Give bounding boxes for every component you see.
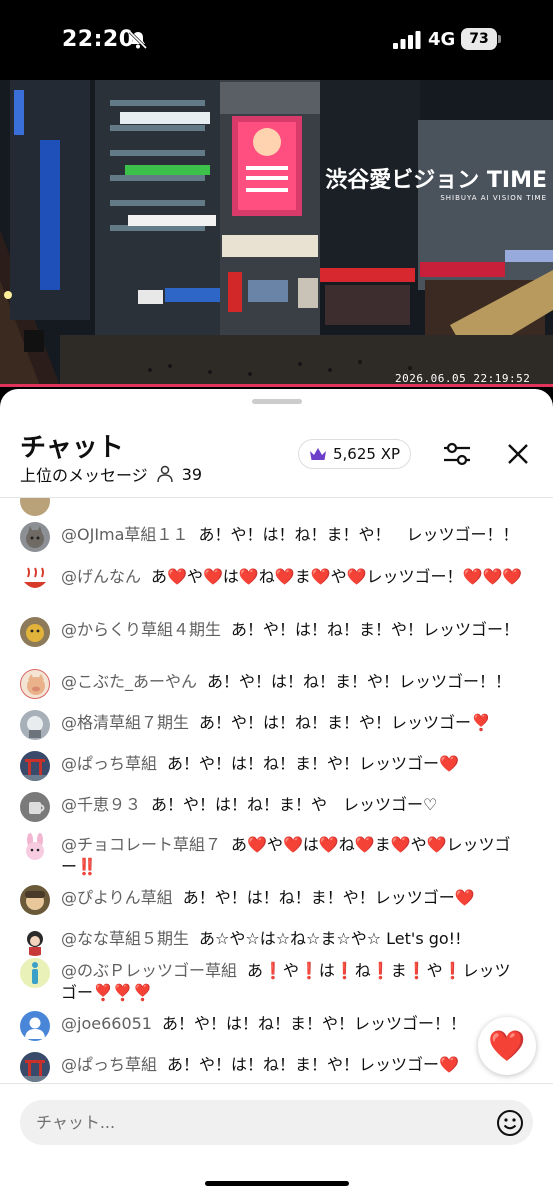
avatar[interactable] <box>20 710 50 740</box>
message-author[interactable]: @ぴよりん草組 <box>61 888 173 907</box>
message-author[interactable]: @ぱっち草組 <box>61 1055 157 1074</box>
live-video[interactable]: 渋谷愛ビジョン TIME SHIBUYA AI VISION TIME 2026… <box>0 80 553 386</box>
message-text: あ！や！は！ね！ま！や！レッツゴー❣️ <box>199 713 491 732</box>
message-author[interactable]: @からくり草組４期生 <box>61 620 221 639</box>
avatar[interactable] <box>20 885 50 915</box>
status-bar: 22:20 4G 73 <box>0 0 553 80</box>
input-divider <box>0 1083 553 1084</box>
message-text: あ！や！は！ね！ま！や！ レッツゴー！！ <box>198 525 519 544</box>
message-text: あ！や！は！ね！ま！や！レッツゴー❤️ <box>182 888 475 907</box>
video-frame <box>0 80 553 386</box>
avatar[interactable] <box>20 926 50 956</box>
crown-icon <box>310 448 326 460</box>
avatar[interactable] <box>20 522 50 552</box>
channel-logo-text: 渋谷愛ビジョン TIME <box>325 168 547 193</box>
chat-input[interactable] <box>36 1100 456 1145</box>
live-progress-bar <box>0 384 553 387</box>
avatar <box>20 498 50 516</box>
message-text: あ☆や☆は☆ね☆ま☆や☆ Let's go!! <box>199 929 462 948</box>
message-text: あ！や！は！ね！ま！や！レッツゴー！！ <box>207 672 512 691</box>
chat-mode-label: 上位のメッセージ <box>20 466 148 485</box>
message-author[interactable]: @なな草組５期生 <box>61 929 189 948</box>
heart-reaction-button[interactable]: ❤️ <box>478 1017 536 1075</box>
avatar[interactable] <box>20 669 50 699</box>
close-icon[interactable] <box>503 439 533 469</box>
home-indicator[interactable] <box>205 1181 349 1186</box>
battery-icon: 73 <box>461 28 501 50</box>
chat-title: チャット <box>20 433 124 463</box>
chat-mode-selector[interactable]: 上位のメッセージ 39 <box>20 462 202 486</box>
network-type: 4G <box>428 29 456 50</box>
avatar[interactable] <box>20 1052 50 1082</box>
xp-value: 5,625 XP <box>333 445 401 463</box>
message-author[interactable]: @格清草組７期生 <box>61 713 189 732</box>
avatar[interactable] <box>20 832 50 862</box>
avatar[interactable] <box>20 751 50 781</box>
message-author[interactable]: @千恵９３ <box>61 795 141 814</box>
message-author[interactable]: @ぱっち草組 <box>61 754 157 773</box>
message-text: あ！や！は！ね！ま！や！レッツゴー❤️ <box>167 1055 459 1074</box>
avatar[interactable] <box>20 1011 50 1041</box>
xp-badge[interactable]: 5,625 XP <box>298 439 412 469</box>
bell-muted-icon <box>128 30 148 50</box>
message-text: あ！や！は！ね！ま！や レッツゴー♡ <box>151 795 438 814</box>
avatar[interactable] <box>20 792 50 822</box>
channel-logo: 渋谷愛ビジョン TIME SHIBUYA AI VISION TIME <box>325 170 547 202</box>
message-text: あ！や！は！ね！ま！や！レッツゴー！ <box>231 620 520 639</box>
chat-input-box <box>20 1100 533 1145</box>
chat-panel: チャット 上位のメッセージ 39 5,625 XP @OJIma草組１１ あ！や… <box>0 389 553 1200</box>
drag-handle[interactable] <box>252 399 302 404</box>
message-text: あ！や！は！ね！ま！や！レッツゴー！！ <box>161 1014 466 1033</box>
person-icon <box>156 465 173 483</box>
avatar[interactable] <box>20 617 50 647</box>
message-text: あ！や！は！ね！ま！や！レッツゴー❤️ <box>167 754 459 773</box>
chat-message-list[interactable]: @OJIma草組１１ あ！や！は！ね！ま！や！ レッツゴー！！ @げんなん あ❤️や… <box>0 498 553 1082</box>
message-author[interactable]: @チョコレート草組７ <box>61 835 221 854</box>
message-author[interactable]: @こぶた_あーやん <box>61 672 197 691</box>
status-time: 22:20 <box>62 27 135 52</box>
message-author[interactable]: @OJIma草組１１ <box>61 525 188 544</box>
message-author[interactable]: @げんなん <box>61 567 141 586</box>
heart-icon: ❤️ <box>488 1028 526 1064</box>
message-author[interactable]: @のぶＰレッツゴー草組 <box>61 961 237 980</box>
battery-level: 73 <box>461 28 497 50</box>
avatar[interactable] <box>20 564 50 594</box>
avatar[interactable] <box>20 958 50 988</box>
message-text: あ❤️や❤️は❤️ね❤️ま❤️や❤️レッツゴー！❤️❤️❤️ <box>151 567 523 586</box>
filter-settings-icon[interactable] <box>440 439 474 469</box>
channel-logo-sub: SHIBUYA AI VISION TIME <box>440 194 547 202</box>
signal-icon <box>393 31 421 49</box>
message-author[interactable]: @joe66051 <box>61 1014 152 1033</box>
emoji-icon[interactable] <box>495 1108 525 1138</box>
viewer-count: 39 <box>181 464 203 484</box>
